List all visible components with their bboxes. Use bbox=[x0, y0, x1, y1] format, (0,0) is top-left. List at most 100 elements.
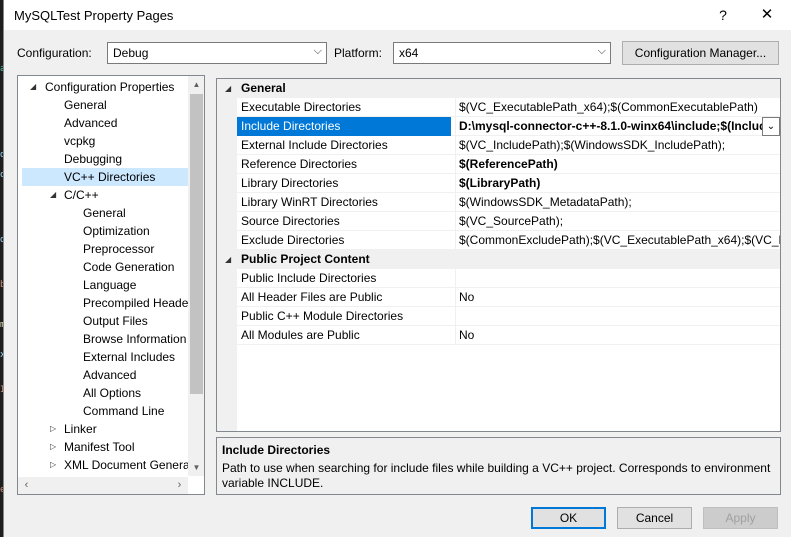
tree-vertical-scrollbar[interactable]: ▲ ▼ bbox=[188, 76, 204, 476]
platform-dropdown[interactable]: x64 ⌵ bbox=[393, 42, 611, 64]
configuration-value: Debug bbox=[113, 46, 149, 60]
tree-item[interactable]: ▷ XML Document Genera bbox=[18, 456, 190, 474]
property-name: Public C++ Module Directories bbox=[241, 309, 404, 323]
window-title: MySQLTest Property Pages bbox=[14, 8, 174, 23]
tree-item[interactable]: Command Line bbox=[18, 402, 188, 420]
platform-label: Platform: bbox=[334, 46, 383, 60]
chevron-down-icon: ⌵ bbox=[313, 45, 322, 57]
tree-item-label: Manifest Tool bbox=[64, 440, 135, 454]
property-value[interactable]: $(VC_SourcePath); bbox=[455, 212, 780, 231]
scroll-right-icon[interactable]: › bbox=[171, 477, 188, 494]
expanded-arrow-icon[interactable]: ◢ bbox=[50, 186, 56, 204]
tree-item[interactable]: All Options bbox=[18, 384, 188, 402]
tree-item[interactable]: Advanced bbox=[18, 114, 188, 132]
tree-item[interactable]: VC++ Directories bbox=[22, 168, 188, 186]
collapsed-arrow-icon[interactable]: ▷ bbox=[50, 438, 56, 456]
tree-item[interactable]: Code Generation bbox=[18, 258, 188, 276]
tree-item[interactable]: Output Files bbox=[18, 312, 188, 330]
tree-item[interactable]: Optimization bbox=[18, 222, 188, 240]
scroll-up-icon[interactable]: ▲ bbox=[188, 76, 204, 93]
collapsed-arrow-icon[interactable]: ▷ bbox=[50, 420, 56, 438]
configuration-dropdown[interactable]: Debug ⌵ bbox=[107, 42, 327, 64]
tree-item-label: Linker bbox=[64, 422, 97, 436]
tree-item[interactable]: General bbox=[18, 96, 188, 114]
expanded-arrow-icon[interactable]: ◢ bbox=[225, 250, 231, 269]
tree-item[interactable]: vcpkg bbox=[18, 132, 188, 150]
property-name: Executable Directories bbox=[241, 100, 362, 114]
property-name: Source Directories bbox=[241, 214, 340, 228]
ok-button[interactable]: OK bbox=[531, 507, 606, 529]
tree-item-label: Advanced bbox=[83, 368, 137, 382]
title-bar: MySQLTest Property Pages ? ✕ bbox=[4, 0, 791, 30]
property-value[interactable]: D:\mysql-connector-c++-8.1.0-winx64\incl… bbox=[455, 117, 780, 136]
property-row[interactable]: Executable Directories $(VC_ExecutablePat… bbox=[237, 98, 780, 117]
tree-item-label: VC++ Directories bbox=[64, 170, 156, 184]
platform-value: x64 bbox=[399, 46, 419, 60]
property-value[interactable]: $(WindowsSDK_MetadataPath); bbox=[455, 193, 780, 212]
tree-item[interactable]: Browse Information bbox=[18, 330, 188, 348]
cancel-button[interactable]: Cancel bbox=[617, 507, 692, 529]
property-name: All Modules are Public bbox=[241, 328, 360, 342]
tree-item[interactable]: ▷ Manifest Tool bbox=[18, 438, 188, 456]
help-button[interactable]: ? bbox=[712, 4, 734, 26]
tree-item-label: Optimization bbox=[83, 224, 150, 238]
tree-horizontal-scrollbar[interactable]: ‹ › bbox=[18, 477, 188, 494]
property-row[interactable]: Source Directories $(VC_SourcePath); bbox=[237, 212, 780, 231]
grid-category[interactable]: ◢ Public Project Content bbox=[217, 250, 780, 269]
property-row[interactable]: Public C++ Module Directories bbox=[237, 307, 780, 326]
scroll-left-icon[interactable]: ‹ bbox=[18, 477, 35, 494]
tree-item[interactable]: General bbox=[18, 204, 188, 222]
property-row[interactable]: Reference Directories $(ReferencePath) bbox=[237, 155, 780, 174]
property-value[interactable] bbox=[455, 307, 780, 326]
scroll-down-icon[interactable]: ▼ bbox=[188, 459, 204, 476]
tree-item-label: All Options bbox=[83, 386, 142, 400]
tree-item[interactable]: Debugging bbox=[18, 150, 188, 168]
chevron-down-icon[interactable]: ⌄ bbox=[762, 117, 780, 136]
property-pages-dialog: MySQLTest Property Pages ? ✕ Configurati… bbox=[3, 0, 791, 537]
tree-item[interactable]: ◢ Configuration Properties bbox=[18, 78, 188, 96]
description-title: Include Directories bbox=[222, 443, 331, 457]
collapsed-arrow-icon[interactable]: ▷ bbox=[50, 456, 56, 474]
property-name: All Header Files are Public bbox=[241, 290, 383, 304]
tree-item-label: Command Line bbox=[83, 404, 165, 418]
expanded-arrow-icon[interactable]: ◢ bbox=[225, 79, 231, 98]
tree-item-label: Browse Information bbox=[83, 332, 187, 346]
configuration-label: Configuration: bbox=[17, 46, 92, 60]
property-value[interactable]: $(VC_ExecutablePath_x64);$(CommonExecuta… bbox=[455, 98, 780, 117]
property-row[interactable]: Public Include Directories bbox=[237, 269, 780, 288]
tree-item-label: Output Files bbox=[83, 314, 148, 328]
apply-button[interactable]: Apply bbox=[703, 507, 778, 529]
grid-category[interactable]: ◢ General bbox=[217, 79, 780, 98]
property-row[interactable]: Library WinRT Directories $(WindowsSDK_Me… bbox=[237, 193, 780, 212]
tree-item[interactable]: Advanced bbox=[18, 366, 188, 384]
tree-item[interactable]: External Includes bbox=[18, 348, 188, 366]
tree-item-label: XML Document Genera bbox=[64, 458, 190, 472]
tree-item[interactable]: Precompiled Heade bbox=[18, 294, 188, 312]
property-value[interactable]: $(CommonExcludePath);$(VC_ExecutablePath… bbox=[455, 231, 780, 250]
property-row[interactable]: All Modules are Public No bbox=[237, 326, 780, 345]
tree-item-label: Code Generation bbox=[83, 260, 175, 274]
property-value[interactable] bbox=[455, 269, 780, 288]
property-row[interactable]: Library Directories $(LibraryPath) bbox=[237, 174, 780, 193]
property-row[interactable]: Exclude Directories $(CommonExcludePath);… bbox=[237, 231, 780, 250]
property-value[interactable]: $(LibraryPath) bbox=[455, 174, 780, 193]
expanded-arrow-icon[interactable]: ◢ bbox=[30, 78, 36, 96]
configuration-manager-button[interactable]: Configuration Manager... bbox=[622, 41, 779, 65]
property-row[interactable]: External Include Directories $(VC_Include… bbox=[237, 136, 780, 155]
tree-item[interactable]: Preprocessor bbox=[18, 240, 188, 258]
tree-item[interactable]: ▷ Linker bbox=[18, 420, 188, 438]
property-value[interactable]: $(ReferencePath) bbox=[455, 155, 780, 174]
property-row[interactable]: All Header Files are Public No bbox=[237, 288, 780, 307]
tree-item-label: Debugging bbox=[64, 152, 123, 166]
description-panel: Include Directories Path to use when sea… bbox=[216, 437, 781, 495]
tree-item-label: Advanced bbox=[64, 116, 118, 130]
scrollbar-thumb[interactable] bbox=[190, 94, 203, 394]
tree-item[interactable]: ◢ C/C++ bbox=[18, 186, 188, 204]
property-value[interactable]: $(VC_IncludePath);$(WindowsSDK_IncludePa… bbox=[455, 136, 780, 155]
close-button[interactable]: ✕ bbox=[756, 4, 778, 26]
property-value[interactable]: No bbox=[455, 288, 780, 307]
property-name: Reference Directories bbox=[241, 157, 358, 171]
property-value[interactable]: No bbox=[455, 326, 780, 345]
tree-item[interactable]: Language bbox=[18, 276, 188, 294]
property-row[interactable]: Include Directories D:\mysql-connector-c+… bbox=[237, 117, 780, 136]
